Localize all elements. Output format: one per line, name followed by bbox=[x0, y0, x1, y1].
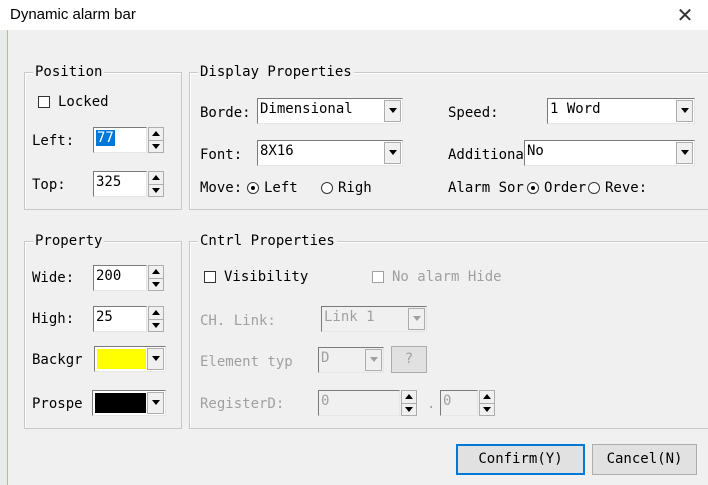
register-label: RegisterD: bbox=[200, 396, 285, 412]
high-input[interactable]: 25 bbox=[93, 306, 147, 332]
top-spinner[interactable] bbox=[148, 171, 164, 197]
additional-select[interactable]: No bbox=[524, 140, 695, 166]
chevron-down-icon bbox=[676, 142, 693, 164]
sort-reverse-radio[interactable] bbox=[588, 182, 600, 194]
title-bar: Dynamic alarm bar ✕ bbox=[0, 0, 708, 30]
prospect-color-select[interactable] bbox=[92, 390, 166, 416]
chevron-down-icon bbox=[147, 348, 164, 370]
ch-link-value: Link 1 bbox=[324, 309, 375, 325]
visibility-label: Visibility bbox=[224, 269, 309, 285]
move-left-label: Left bbox=[264, 180, 298, 196]
element-type-select[interactable]: D bbox=[318, 347, 384, 373]
close-icon[interactable]: ✕ bbox=[670, 2, 700, 28]
move-right-label: Righ bbox=[338, 180, 372, 196]
element-type-value: D bbox=[321, 350, 330, 366]
speed-value: 1 Word bbox=[550, 101, 601, 117]
left-spinner[interactable] bbox=[148, 127, 164, 153]
top-label: Top: bbox=[32, 177, 66, 193]
left-input[interactable]: 77 bbox=[93, 127, 147, 153]
chevron-down-icon bbox=[384, 100, 401, 122]
background-color-select[interactable] bbox=[94, 346, 166, 372]
high-spinner[interactable] bbox=[148, 306, 164, 332]
property-group-label: Property bbox=[33, 232, 105, 250]
cntrl-properties-label: Cntrl Properties bbox=[198, 232, 337, 250]
window-border bbox=[0, 30, 8, 485]
ch-link-label: CH. Link: bbox=[200, 313, 276, 329]
locked-label: Locked bbox=[58, 94, 109, 110]
register-sub-spinner[interactable] bbox=[479, 390, 495, 416]
background-label: Backgr bbox=[32, 352, 83, 368]
border-value: Dimensional bbox=[260, 101, 353, 117]
move-right-radio[interactable] bbox=[321, 182, 333, 194]
border-select[interactable]: Dimensional bbox=[257, 98, 403, 124]
chevron-down-icon bbox=[384, 142, 401, 164]
wide-spinner[interactable] bbox=[148, 265, 164, 291]
top-input[interactable]: 325 bbox=[93, 171, 147, 197]
move-left-radio[interactable] bbox=[247, 182, 259, 194]
no-alarm-hide-label: No alarm Hide bbox=[392, 269, 502, 285]
left-value: 77 bbox=[96, 130, 115, 146]
position-group-label: Position bbox=[33, 63, 105, 81]
prospect-color-swatch bbox=[95, 393, 146, 413]
register-input[interactable]: 0 bbox=[318, 390, 400, 416]
chevron-down-icon bbox=[147, 392, 164, 414]
locked-checkbox[interactable] bbox=[38, 96, 50, 108]
high-label: High: bbox=[32, 311, 75, 327]
border-label: Borde: bbox=[200, 105, 251, 121]
window-title: Dynamic alarm bar bbox=[10, 6, 136, 23]
visibility-checkbox[interactable] bbox=[204, 271, 216, 283]
font-value: 8X16 bbox=[260, 143, 294, 159]
speed-label: Speed: bbox=[448, 105, 499, 121]
confirm-button[interactable]: Confirm(Y) bbox=[456, 444, 585, 475]
left-label: Left: bbox=[32, 133, 75, 149]
display-properties-label: Display Properties bbox=[198, 63, 354, 81]
register-spinner[interactable] bbox=[401, 390, 417, 416]
register-sub-input[interactable]: 0 bbox=[440, 390, 478, 416]
sort-reverse-label: Reve: bbox=[605, 180, 648, 196]
speed-select[interactable]: 1 Word bbox=[547, 98, 695, 124]
alarm-sort-label: Alarm Sor bbox=[448, 180, 524, 196]
prospect-label: Prospe bbox=[32, 396, 83, 412]
wide-input[interactable]: 200 bbox=[93, 265, 147, 291]
dialog-window: Dynamic alarm bar ✕ Position Locked Left… bbox=[0, 0, 708, 485]
chevron-down-icon bbox=[676, 100, 693, 122]
chevron-down-icon bbox=[408, 308, 425, 330]
cancel-button[interactable]: Cancel(N) bbox=[592, 444, 697, 475]
font-label: Font: bbox=[200, 147, 243, 163]
additional-value: No bbox=[527, 143, 544, 159]
no-alarm-hide-checkbox[interactable] bbox=[372, 271, 384, 283]
font-select[interactable]: 8X16 bbox=[257, 140, 403, 166]
additional-label: Additiona bbox=[448, 147, 524, 163]
sort-order-label: Order bbox=[544, 180, 586, 196]
sort-order-radio[interactable] bbox=[527, 182, 539, 194]
chevron-down-icon bbox=[365, 349, 382, 371]
element-type-help-button[interactable]: ? bbox=[391, 346, 427, 373]
wide-label: Wide: bbox=[32, 270, 75, 286]
element-type-label: Element typ bbox=[200, 354, 293, 370]
move-label: Move: bbox=[200, 180, 243, 196]
background-color-swatch bbox=[97, 349, 146, 369]
ch-link-select[interactable]: Link 1 bbox=[321, 306, 427, 332]
register-separator: . bbox=[427, 396, 436, 412]
